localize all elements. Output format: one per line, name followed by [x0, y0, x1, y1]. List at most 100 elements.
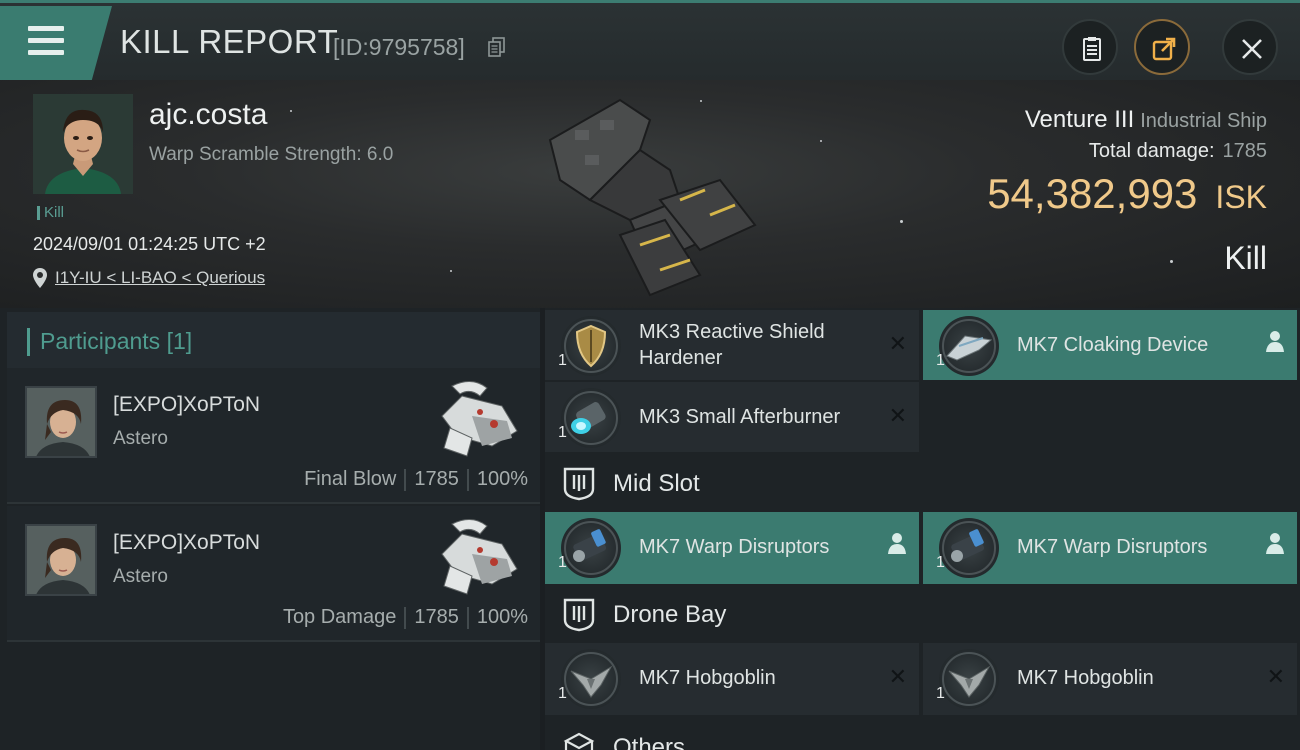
clipboard-button[interactable]: [1062, 19, 1118, 75]
participant-row[interactable]: [EXPO]XoPToN Astero Top Damage 1785 100%: [7, 506, 540, 642]
module-slot[interactable]: 1 MK7 Warp Disruptors: [923, 512, 1297, 584]
module-slot[interactable]: 1 MK7 Warp Disruptors: [545, 512, 919, 584]
module-qty: 1: [936, 352, 945, 369]
participant-role: Top Damage: [282, 606, 397, 628]
participant-stats: Top Damage 1785 100%: [283, 606, 528, 629]
participant-percent: 100%: [476, 468, 528, 490]
participants-title: Participants [1]: [40, 328, 192, 355]
drone-bay-title: Drone Bay: [613, 601, 727, 628]
astero-ship-icon: [441, 381, 518, 457]
module-name: MK7 Cloaking Device: [1017, 334, 1209, 356]
total-damage-value: 1785: [1222, 140, 1268, 162]
isk-unit: ISK: [1215, 179, 1267, 215]
cargo-box-icon: [563, 732, 595, 750]
participant-avatar[interactable]: [25, 386, 97, 458]
participant-ship: Astero: [113, 566, 168, 587]
background-star: [450, 270, 452, 272]
location-text[interactable]: I1Y-IU < LI-BAO < Querious: [55, 268, 265, 288]
afterburner-icon: [561, 388, 621, 448]
participant-name[interactable]: [EXPO]XoPToN: [113, 393, 260, 417]
drone-icon: [939, 649, 999, 709]
copy-icon[interactable]: [488, 37, 506, 57]
ship-render-image: [548, 98, 757, 297]
header-bar: KILL REPORT [ID:9795758]: [0, 0, 1300, 80]
destroyed-icon: ✕: [888, 404, 907, 429]
destroyed-icon: ✕: [1266, 665, 1285, 690]
background-star: [820, 140, 822, 142]
module-qty: 1: [558, 685, 567, 702]
drone-icon: [561, 649, 621, 709]
participants-label: Participants: [40, 328, 161, 354]
module-slot[interactable]: 1 MK3 Reactive Shield Hardener ✕: [545, 310, 919, 380]
participant-portrait-icon: [27, 388, 95, 456]
hamburger-icon-line: [28, 38, 64, 43]
destroyed-icon: ✕: [888, 332, 907, 357]
mid-slot-section: Mid Slot: [545, 456, 1300, 512]
warp-disruptor-icon: [561, 518, 621, 578]
destroyed-icon: ✕: [888, 665, 907, 690]
stat-divider: [404, 606, 407, 629]
total-damage: Total damage: 1785: [1089, 140, 1267, 163]
others-title: Others: [613, 734, 686, 750]
share-icon: [1152, 37, 1176, 61]
ship-class: Industrial Ship: [1140, 110, 1267, 132]
participants-count: [1]: [166, 328, 193, 354]
shield-hardener-icon: [561, 316, 621, 376]
module-name: MK7 Hobgoblin: [1017, 667, 1154, 689]
dropped-person-icon: [1266, 331, 1284, 352]
participant-damage: 1785: [414, 606, 459, 628]
isk-amount: 54,382,993: [987, 170, 1198, 217]
mid-slot-icon: [563, 467, 595, 501]
stat-divider: [466, 468, 469, 491]
module-name: MK3 Small Afterburner: [639, 406, 841, 428]
module-qty: 1: [558, 554, 567, 571]
participant-name[interactable]: [EXPO]XoPToN: [113, 531, 260, 555]
module-slot[interactable]: 1 MK3 Small Afterburner ✕: [545, 382, 919, 452]
kill-tag: Kill: [37, 205, 64, 220]
participant-damage: 1785: [414, 468, 459, 490]
others-section: Others: [545, 720, 1300, 750]
hamburger-icon-line: [28, 50, 64, 55]
module-slot[interactable]: 1 MK7 Hobgoblin ✕: [923, 643, 1297, 715]
isk-value: 54,382,993 ISK: [987, 170, 1267, 218]
module-name: MK7 Hobgoblin: [639, 667, 776, 689]
participant-portrait-icon: [27, 526, 95, 594]
drone-bay-section: Drone Bay: [545, 587, 1300, 643]
dropped-person-icon: [888, 533, 906, 554]
module-slot[interactable]: 1 MK7 Cloaking Device: [923, 310, 1297, 380]
total-damage-label: Total damage:: [1088, 140, 1215, 162]
fitting-panel: 1 MK3 Reactive Shield Hardener ✕ 1 MK7 C…: [545, 308, 1300, 750]
menu-button[interactable]: [0, 6, 112, 80]
victim-avatar[interactable]: [33, 94, 133, 194]
module-name: MK7 Warp Disruptors: [639, 536, 830, 558]
drone-bay-icon: [563, 598, 595, 632]
participant-row[interactable]: [EXPO]XoPToN Astero Final Blow 1785 100%: [7, 368, 540, 504]
kill-timestamp: 2024/09/01 01:24:25 UTC +2: [33, 234, 266, 254]
module-qty: 1: [936, 685, 945, 702]
victim-summary: ajc.costa Warp Scramble Strength: 6.0 Ki…: [0, 80, 1300, 308]
participant-avatar[interactable]: [25, 524, 97, 596]
module-qty: 1: [558, 352, 567, 369]
pilot-portrait-icon: [33, 94, 133, 194]
share-button[interactable]: [1134, 19, 1190, 75]
page-title: KILL REPORT: [120, 23, 339, 60]
warp-scramble-strength: Warp Scramble Strength: 6.0: [149, 144, 394, 165]
victim-ship[interactable]: Venture III Industrial Ship: [1025, 106, 1267, 134]
victim-name[interactable]: ajc.costa: [149, 98, 267, 132]
background-star: [900, 220, 903, 223]
participants-header: Participants [1]: [7, 312, 540, 368]
close-icon: [1242, 39, 1262, 59]
stat-divider: [404, 468, 407, 491]
section-accent-bar: [27, 328, 30, 356]
hamburger-icon: [28, 26, 64, 31]
cloaking-device-icon: [939, 316, 999, 376]
participant-percent: 100%: [476, 606, 528, 628]
participant-ship: Astero: [113, 428, 168, 449]
module-slot[interactable]: 1 MK7 Hobgoblin ✕: [545, 643, 919, 715]
result-label: Kill: [1224, 240, 1267, 276]
clipboard-icon: [1083, 37, 1101, 61]
warp-disruptor-icon: [939, 518, 999, 578]
close-button[interactable]: [1222, 19, 1278, 75]
location-pin-icon: [33, 268, 47, 288]
astero-ship-icon: [441, 519, 518, 595]
